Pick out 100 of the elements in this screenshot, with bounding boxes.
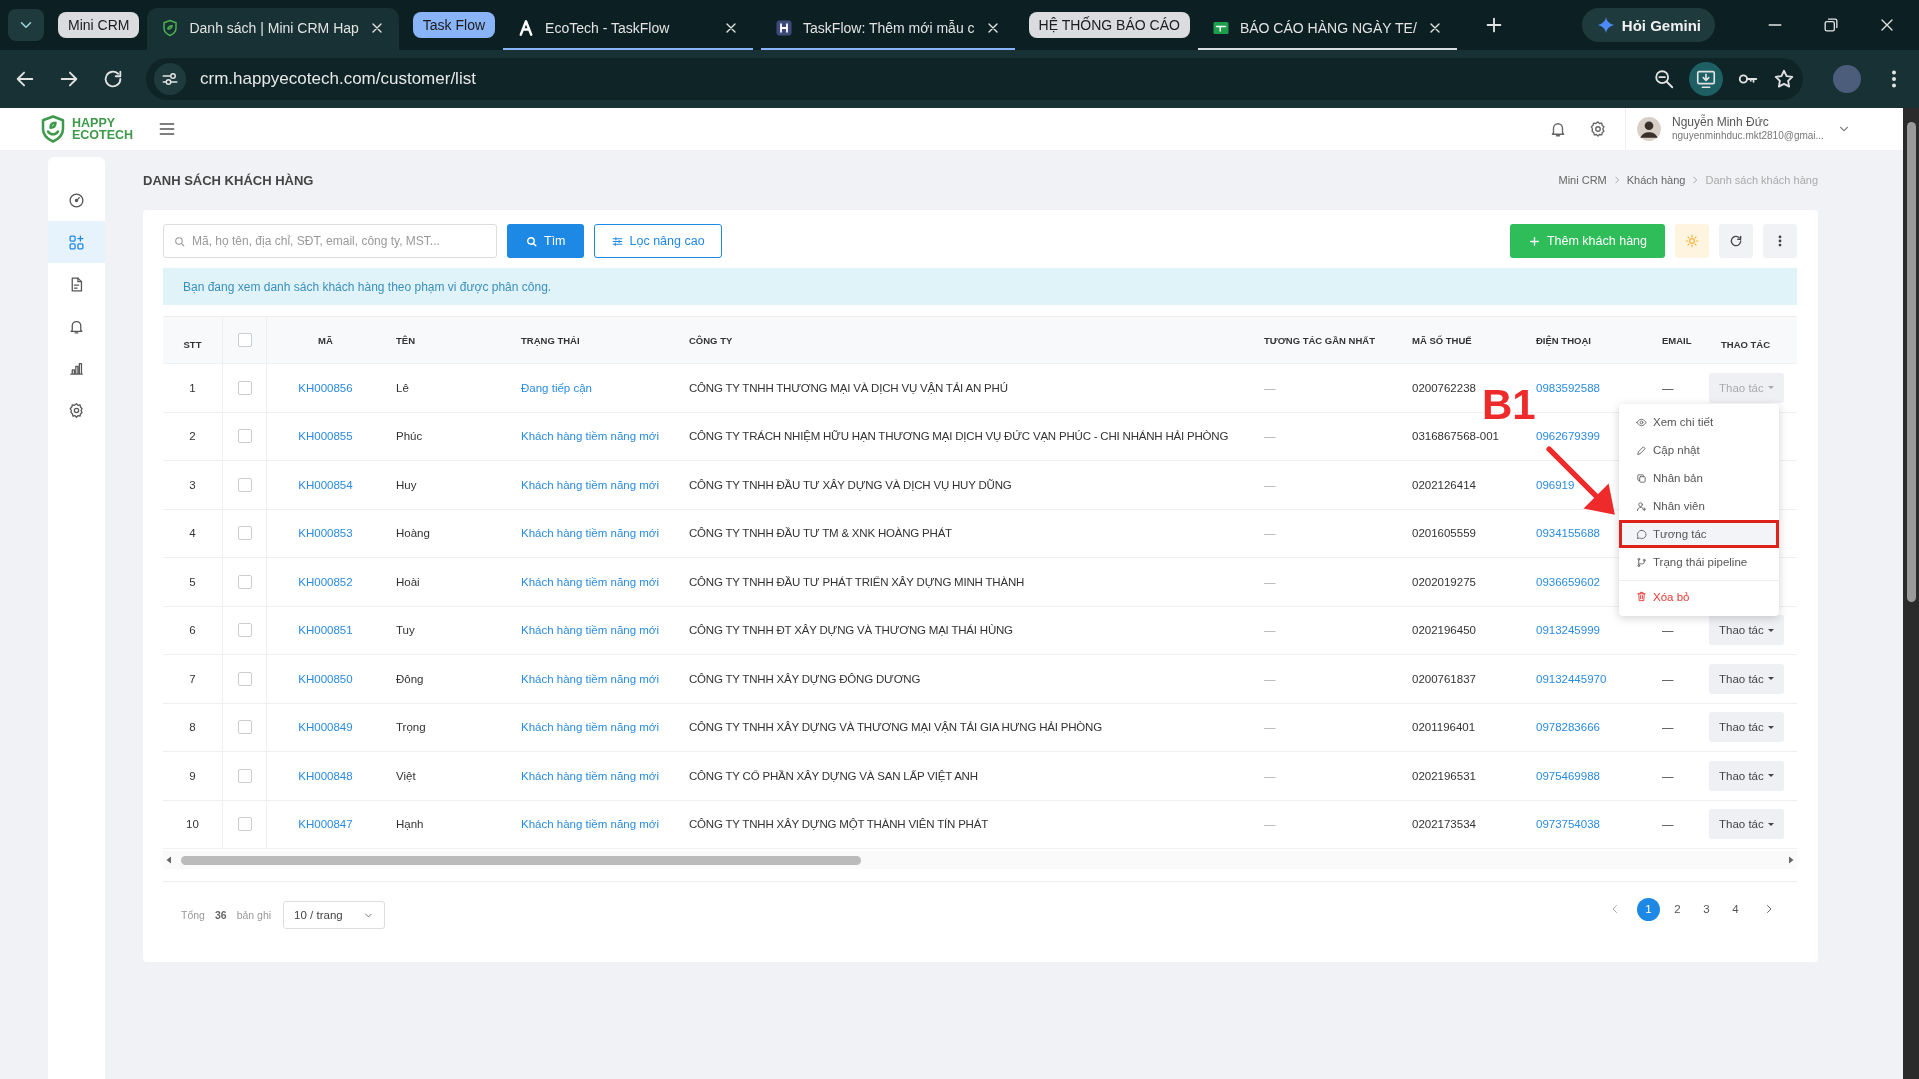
customer-code-link[interactable]: KH000855	[298, 430, 353, 443]
phone-link[interactable]: 0936659602	[1536, 575, 1600, 588]
customer-code-link[interactable]: KH000849	[298, 721, 353, 734]
page-button[interactable]: 2	[1666, 897, 1689, 921]
row-checkbox[interactable]	[237, 623, 252, 638]
column-header: CÔNG TY	[688, 333, 734, 348]
row-checkbox[interactable]	[237, 526, 252, 541]
table-cell: 6	[189, 624, 196, 637]
site-settings-icon[interactable]	[161, 70, 179, 88]
add-customer-button[interactable]: Thêm khách hàng	[1509, 224, 1665, 258]
phone-link[interactable]: 096919	[1536, 478, 1575, 491]
row-checkbox[interactable]	[237, 477, 252, 492]
phone-link[interactable]: 0978283666	[1536, 721, 1600, 734]
menu-item[interactable]: Tương tác	[1619, 520, 1779, 548]
phone-link[interactable]: 0913245999	[1536, 624, 1600, 637]
page-button[interactable]: 4	[1724, 897, 1747, 921]
trash-icon	[1636, 591, 1647, 602]
spreadsheet-icon	[1211, 19, 1230, 37]
row-checkbox[interactable]	[237, 429, 252, 444]
row-checkbox[interactable]	[237, 574, 252, 589]
status-link[interactable]: Đang tiếp cận	[521, 381, 592, 394]
zoom-out-icon[interactable]	[1653, 68, 1675, 90]
user-name: Nguyễn Minh Đức	[1672, 115, 1770, 131]
actions-dropdown[interactable]: Thao tác	[1709, 372, 1784, 403]
actions-dropdown[interactable]: Thao tác	[1709, 663, 1784, 694]
scrollbar-thumb[interactable]	[181, 855, 861, 865]
table-cell: —	[1662, 381, 1674, 394]
select-all-checkbox[interactable]	[237, 333, 252, 347]
filter-button[interactable]: Lọc nâng cao	[593, 224, 722, 258]
search-button[interactable]: Tìm	[507, 224, 584, 258]
actions-dropdown[interactable]: Thao tác	[1709, 615, 1784, 646]
dashboard-icon	[68, 191, 85, 209]
table-cell: —	[1264, 624, 1276, 637]
address-bar[interactable]: crm.happyecotech.com/customer/list	[146, 58, 1803, 100]
phone-link[interactable]: 0934155688	[1536, 527, 1600, 540]
row-checkbox[interactable]	[237, 817, 252, 832]
customer-code-link[interactable]: KH000851	[298, 624, 353, 637]
phone-link[interactable]: 0975469988	[1536, 769, 1600, 782]
install-app-icon[interactable]	[1695, 68, 1717, 90]
refresh-button[interactable]	[1719, 224, 1753, 258]
menu-item[interactable]: Nhân viên	[1619, 492, 1779, 520]
customer-code-link[interactable]: KH000850	[298, 672, 353, 685]
status-link[interactable]: Khách hàng tiềm năng mới	[521, 575, 659, 588]
customer-code-link[interactable]: KH000853	[298, 527, 353, 540]
bell-icon[interactable]	[1549, 120, 1567, 138]
actions-dropdown[interactable]: Thao tác	[1709, 809, 1784, 840]
table-cell: 4	[189, 527, 196, 540]
plus-icon	[1527, 234, 1541, 248]
row-checkbox[interactable]	[237, 768, 252, 783]
customer-code-link[interactable]: KH000852	[298, 575, 353, 588]
menu-item[interactable]: Trạng thái pipeline	[1619, 548, 1779, 576]
customer-code-link[interactable]: KH000847	[298, 818, 353, 831]
sun-icon	[1685, 234, 1699, 248]
breadcrumb-item[interactable]: Mini CRM	[1558, 174, 1607, 186]
table-cell: CÔNG TY TNHH THƯƠNG MẠI VÀ DỊCH VỤ VẬN TẢI AN PHÚ	[689, 381, 1008, 394]
menu-item[interactable]: Xem chi tiết	[1619, 408, 1779, 436]
tab-group-chip[interactable]: Task Flow	[412, 12, 496, 38]
status-link[interactable]: Khách hàng tiềm năng mới	[521, 769, 659, 782]
menu-item[interactable]: Cập nhật	[1619, 436, 1779, 464]
status-link[interactable]: Khách hàng tiềm năng mới	[521, 478, 659, 491]
breadcrumb-item[interactable]: Khách hàng	[1626, 174, 1686, 186]
phone-link[interactable]: 0973754038	[1536, 818, 1600, 831]
status-link[interactable]: Khách hàng tiềm năng mới	[521, 624, 659, 637]
tab-group-chip[interactable]: HỆ THỐNG BÁO CÁO	[1028, 12, 1190, 38]
customer-code-link[interactable]: KH000848	[298, 769, 353, 782]
gemini-button[interactable]: Hỏi Gemini	[1581, 8, 1715, 42]
phone-link[interactable]: 09132445970	[1536, 672, 1607, 685]
status-link[interactable]: Khách hàng tiềm năng mới	[521, 672, 659, 685]
tab-search-button[interactable]	[8, 9, 44, 41]
tab-group-chip[interactable]: Mini CRM	[58, 12, 140, 38]
customer-code-link[interactable]: KH000854	[298, 478, 353, 491]
row-checkbox[interactable]	[237, 720, 252, 735]
shield-icon	[161, 19, 180, 37]
breadcrumb-item: Danh sách khách hàng	[1705, 174, 1818, 186]
page-size-select[interactable]: 10 / trang	[283, 901, 385, 929]
row-checkbox[interactable]	[237, 380, 252, 395]
reload-icon[interactable]	[102, 68, 124, 90]
status-link[interactable]: Khách hàng tiềm năng mới	[521, 430, 659, 443]
actions-dropdown[interactable]: Thao tác	[1709, 712, 1784, 743]
phone-link[interactable]: 0962679399	[1536, 430, 1600, 443]
actions-dropdown[interactable]: Thao tác	[1709, 760, 1784, 791]
star-icon[interactable]	[1773, 68, 1795, 90]
search-field[interactable]: Mã, họ tên, địa chỉ, SĐT, email, công ty, MST...	[163, 224, 497, 258]
browser-tab[interactable]: Danh sách | Mini CRM Hap	[147, 8, 399, 50]
phone-link[interactable]: 0983592588	[1536, 381, 1600, 394]
settings-icon[interactable]	[1589, 120, 1607, 138]
customer-code-link[interactable]: KH000856	[298, 381, 353, 394]
scrollbar-thumb[interactable]	[1906, 122, 1916, 602]
table-cell: CÔNG TY TNHH XÂY DỰNG ĐÔNG DƯƠNG	[689, 672, 921, 685]
status-link[interactable]: Khách hàng tiềm năng mới	[521, 527, 659, 540]
page-button[interactable]: 3	[1695, 897, 1718, 921]
table-cell: —	[1264, 721, 1276, 734]
menu-item[interactable]: Xóa bỏ	[1619, 580, 1779, 612]
table-cell: —	[1264, 575, 1276, 588]
menu-item[interactable]: Nhân bản	[1619, 464, 1779, 492]
status-link[interactable]: Khách hàng tiềm năng mới	[521, 818, 659, 831]
page-button[interactable]: 1	[1637, 897, 1660, 921]
row-checkbox[interactable]	[237, 671, 252, 686]
status-link[interactable]: Khách hàng tiềm năng mới	[521, 721, 659, 734]
user-menu[interactable]: Nguyễn Minh Đức nguyenminhduc.mkt2810@gmai...	[1625, 108, 1865, 150]
